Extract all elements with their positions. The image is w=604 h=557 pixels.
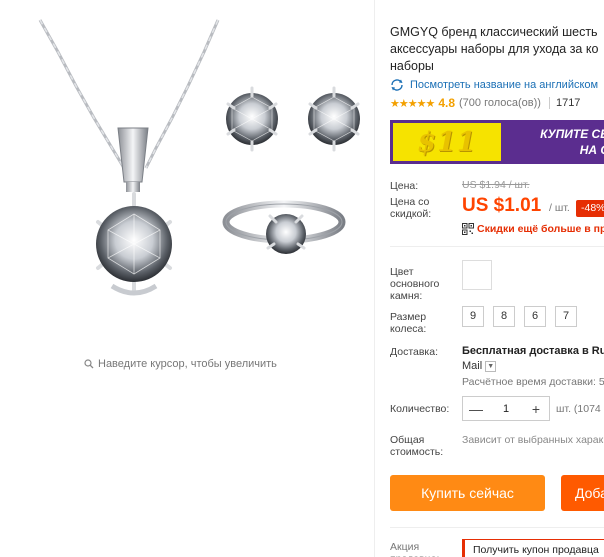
product-title: GMGYQ бренд классический шесть аксессуар… [390,25,599,73]
orders-count: 1717 [548,97,580,109]
total-cost-label: Общая стоимость: [390,434,444,458]
banner-text: КУПИТЕ СЕЙЧА НА СЛЕД [540,127,604,157]
ring-size-options: 9 8 6 7 [462,306,577,327]
increase-quantity-button[interactable]: + [529,401,543,417]
discount-price-label: Цена со скидкой: [390,196,432,220]
discount-badge: -48% [576,200,604,217]
shipping-carrier-select[interactable]: Mail ▼ [462,360,497,372]
delivery-estimate: Расчётное время доставки: 5 [462,376,604,388]
shipping-label: Доставка: [390,346,439,358]
product-image[interactable] [0,0,372,350]
separator [390,527,604,528]
banner-price: $11 [417,126,477,158]
qr-code-icon [462,223,474,235]
quantity-input[interactable]: 1 [503,403,509,415]
shipping-value: Бесплатная доставка в Rus [462,345,604,357]
chevron-down-icon[interactable]: ▼ [485,360,497,372]
total-cost-value: Зависит от выбранных харак [462,434,604,446]
seller-promo-label: Акция продавца: [390,541,439,557]
buy-now-button[interactable]: Купить сейчас [390,475,545,511]
quantity-available: шт. (1074 [556,403,601,415]
decrease-quantity-button[interactable]: — [469,401,483,417]
banner-price-box: $11 [393,123,501,161]
quantity-stepper[interactable]: — 1 + [462,396,550,421]
magnifier-icon [84,359,94,369]
discount-price: US $1.01 [462,195,542,216]
app-discount-text[interactable]: Скидки ещё больше в при [477,223,604,235]
star-rating-icon: ★★★★★ [390,97,435,110]
zoom-hint: Наведите курсор, чтобы увеличить [84,358,277,370]
translate-title-link[interactable]: Посмотреть название на английском [390,79,598,91]
size-option[interactable]: 6 [524,306,546,327]
price-label: Цена: [390,180,419,192]
translate-link-label[interactable]: Посмотреть название на английском [410,79,598,91]
zoom-hint-text: Наведите курсор, чтобы увеличить [98,358,277,370]
product-gallery[interactable]: Наведите курсор, чтобы увеличить [0,0,372,557]
quantity-label: Количество: [390,403,450,415]
translate-icon [391,79,403,91]
rating-row: ★★★★★ 4.8 (700 голоса(ов)) 1717 [390,96,580,110]
stone-color-label: Цвет основного камня: [390,266,440,302]
ring-size-label: Размер колеса: [390,311,427,335]
product-details: GMGYQ бренд классический шесть аксессуар… [390,0,604,557]
rating-value: 4.8 [438,96,455,110]
add-to-cart-button[interactable]: Доба [561,475,604,511]
per-unit: / шт. [549,202,570,214]
size-option[interactable]: 8 [493,306,515,327]
old-price: US $1.94 / шт. [462,179,530,191]
shipping-carrier[interactable]: Mail [462,360,482,372]
promo-banner[interactable]: $11 КУПИТЕ СЕЙЧА НА СЛЕД [390,120,604,164]
separator [390,246,604,247]
votes-count[interactable]: (700 голоса(ов)) [459,97,541,109]
size-option[interactable]: 7 [555,306,577,327]
divider [374,0,375,557]
color-swatch-white[interactable] [462,260,492,290]
get-seller-coupon-button[interactable]: Получить купон продавца [462,539,604,557]
app-discount-link[interactable]: Скидки ещё больше в при [462,223,604,235]
size-option[interactable]: 9 [462,306,484,327]
